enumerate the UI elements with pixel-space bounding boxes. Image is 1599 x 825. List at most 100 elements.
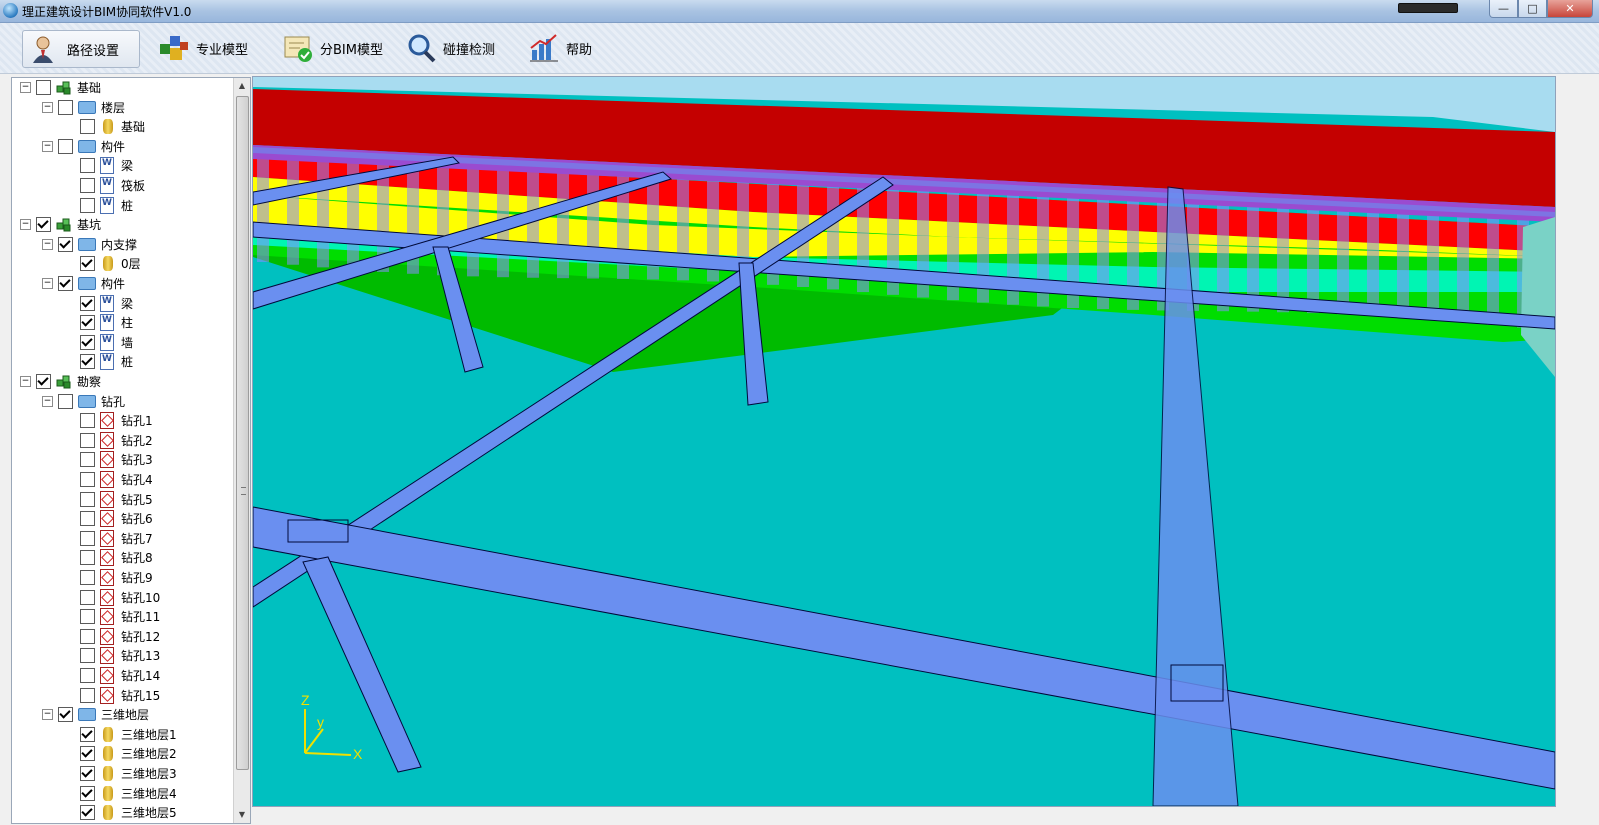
tree-node-checkbox[interactable]: [58, 276, 73, 291]
3d-scene[interactable]: Z y X: [253, 77, 1555, 806]
tree-node-checkbox[interactable]: [80, 570, 95, 585]
tree-node-checkbox[interactable]: [80, 295, 95, 311]
tree-node[interactable]: 梁: [64, 294, 133, 313]
tree-node[interactable]: 钻孔12: [64, 627, 160, 646]
tree-node-checkbox[interactable]: [58, 707, 73, 723]
minimize-button[interactable]: —: [1489, 0, 1518, 18]
collapse-toggle-icon[interactable]: −: [42, 101, 53, 113]
tree-node[interactable]: 三维地层1: [64, 725, 177, 744]
tree-node-checkbox[interactable]: [80, 648, 95, 664]
tree-node-checkbox[interactable]: [58, 393, 73, 409]
collapse-toggle-icon[interactable]: −: [42, 278, 53, 289]
tree-node-checkbox[interactable]: [80, 256, 95, 272]
tree-node[interactable]: 钻孔4: [64, 470, 153, 489]
tree-node-checkbox[interactable]: [58, 236, 73, 252]
tree-node[interactable]: 0层: [64, 254, 141, 273]
tree-node[interactable]: 钻孔9: [64, 568, 153, 587]
tree-node-checkbox[interactable]: [80, 197, 95, 213]
tree-node[interactable]: 三维地层4: [64, 784, 177, 803]
tree-node-checkbox[interactable]: [80, 609, 95, 625]
tree-node-checkbox[interactable]: [80, 413, 95, 429]
collapse-toggle-icon[interactable]: −: [20, 219, 31, 231]
scroll-thumb[interactable]: [236, 96, 249, 770]
tree-node-checkbox[interactable]: [80, 746, 95, 762]
tree-node[interactable]: − 基坑: [20, 215, 101, 234]
tree-node[interactable]: 基础: [64, 117, 145, 136]
sub-bim-model-button[interactable]: 分BIM模型: [276, 30, 388, 66]
word-doc-icon: [100, 353, 114, 371]
tree-node-checkbox[interactable]: [80, 472, 95, 487]
tree-node-checkbox[interactable]: [36, 217, 51, 233]
tree-node[interactable]: 钻孔15: [64, 686, 160, 705]
tree-node[interactable]: 钻孔2: [64, 431, 153, 450]
tree-node-checkbox[interactable]: [36, 80, 51, 95]
tree-node-checkbox[interactable]: [80, 628, 95, 644]
tree-node-checkbox[interactable]: [80, 805, 95, 821]
tree-node[interactable]: 梁: [64, 156, 133, 175]
tree-node-checkbox[interactable]: [80, 158, 95, 174]
tree-node-checkbox[interactable]: [80, 452, 95, 468]
tree-node[interactable]: − 勘察: [20, 372, 101, 391]
tree-node[interactable]: 桩: [64, 196, 133, 215]
tree-node-checkbox[interactable]: [80, 668, 95, 683]
tree-node[interactable]: 钻孔10: [64, 588, 160, 607]
tree-node-checkbox[interactable]: [58, 138, 73, 154]
collision-check-button[interactable]: 碰撞检测: [399, 30, 507, 66]
tree-node-checkbox[interactable]: [80, 589, 95, 605]
scroll-up-arrow-icon[interactable]: ▲: [234, 78, 250, 94]
tree-node-checkbox[interactable]: [80, 334, 95, 350]
tree-node[interactable]: 钻孔7: [64, 529, 153, 548]
tree-node-checkbox[interactable]: [80, 726, 95, 742]
tree-node[interactable]: − 钻孔: [42, 392, 125, 411]
collapse-toggle-icon[interactable]: −: [42, 395, 53, 407]
tree-node-checkbox[interactable]: [80, 511, 95, 527]
tree-node[interactable]: 墙: [64, 333, 133, 352]
scroll-down-arrow-icon[interactable]: ▼: [234, 807, 250, 823]
tree-node[interactable]: 三维地层5: [64, 803, 177, 822]
maximize-button[interactable]: □: [1518, 0, 1547, 18]
help-button[interactable]: 帮助: [522, 30, 610, 66]
tree-node-checkbox[interactable]: [80, 315, 95, 331]
tree-node-checkbox[interactable]: [80, 766, 95, 781]
discipline-model-button[interactable]: 专业模型: [152, 30, 262, 66]
tree-node-checkbox[interactable]: [36, 374, 51, 389]
tree-node[interactable]: − 内支撑: [42, 235, 137, 254]
tree-node[interactable]: − 基础: [20, 78, 101, 97]
tree-node-checkbox[interactable]: [80, 354, 95, 370]
collapse-toggle-icon[interactable]: −: [42, 238, 53, 250]
tree-node[interactable]: 柱: [64, 313, 133, 332]
path-settings-button[interactable]: 路径设置: [22, 30, 140, 68]
tree-node-checkbox[interactable]: [80, 550, 95, 566]
tree-node[interactable]: 钻孔3: [64, 450, 153, 469]
tree-node-checkbox[interactable]: [58, 99, 73, 115]
tree-node[interactable]: 筏板: [64, 176, 145, 195]
collapse-toggle-icon[interactable]: −: [20, 82, 31, 93]
tree-node-checkbox[interactable]: [80, 491, 95, 507]
tree-node[interactable]: 三维地层2: [64, 744, 177, 763]
tree-node[interactable]: 钻孔13: [64, 646, 160, 665]
tree-node[interactable]: 桩: [64, 352, 133, 371]
3d-viewport[interactable]: Z y X: [252, 76, 1556, 807]
tree-node[interactable]: 钻孔6: [64, 509, 153, 528]
tree-node[interactable]: − 构件: [42, 274, 125, 293]
tree-node[interactable]: 钻孔8: [64, 548, 153, 567]
tree-node-checkbox[interactable]: [80, 119, 95, 135]
tree-node-checkbox[interactable]: [80, 530, 95, 546]
tree-node[interactable]: 钻孔1: [64, 411, 153, 430]
tree-node[interactable]: 钻孔14: [64, 666, 160, 685]
tree-node-checkbox[interactable]: [80, 785, 95, 801]
tree-node-checkbox[interactable]: [80, 687, 95, 703]
tree-node[interactable]: 钻孔5: [64, 490, 153, 509]
tree-scrollbar[interactable]: ▲ ▼: [233, 78, 250, 823]
tree-node[interactable]: − 构件: [42, 137, 125, 156]
close-button[interactable]: ✕: [1547, 0, 1593, 18]
collapse-toggle-icon[interactable]: −: [42, 140, 53, 152]
tree-node-checkbox[interactable]: [80, 432, 95, 448]
tree-node-checkbox[interactable]: [80, 178, 95, 193]
collapse-toggle-icon[interactable]: −: [42, 709, 53, 721]
collapse-toggle-icon[interactable]: −: [20, 376, 31, 387]
tree-node[interactable]: − 楼层: [42, 98, 125, 117]
tree-node[interactable]: − 三维地层: [42, 705, 149, 724]
tree-node[interactable]: 三维地层3: [64, 764, 177, 783]
tree-node[interactable]: 钻孔11: [64, 607, 160, 626]
